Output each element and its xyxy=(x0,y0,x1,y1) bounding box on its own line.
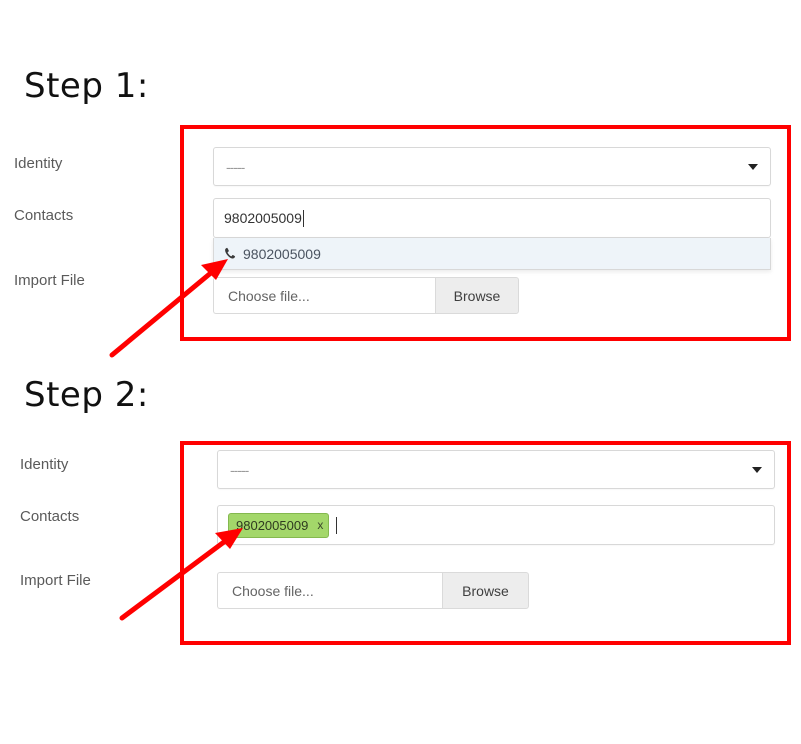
identity-select-value: ----- xyxy=(230,461,249,478)
suggestion-item[interactable]: 9802005009 xyxy=(214,238,770,269)
import-file-group: Choose file... Browse xyxy=(213,277,519,314)
chevron-down-icon xyxy=(748,163,758,170)
identity-select-value: ----- xyxy=(226,158,245,175)
import-file-label: Import File xyxy=(20,572,91,589)
identity-select[interactable]: ----- xyxy=(217,450,775,489)
close-icon[interactable]: x xyxy=(317,519,323,531)
contact-tag[interactable]: 9802005009 x xyxy=(228,512,330,538)
import-file-group: Choose file... Browse xyxy=(217,572,529,609)
identity-label: Identity xyxy=(20,456,69,473)
step-1-form: Identity Contacts Import File ----- 9802… xyxy=(0,125,801,341)
identity-label: Identity xyxy=(14,155,63,172)
contact-tag-label: 9802005009 xyxy=(236,517,309,533)
chevron-down-icon xyxy=(752,466,762,473)
suggestion-item-label: 9802005009 xyxy=(243,245,321,262)
contacts-label: Contacts xyxy=(20,508,80,525)
step-1-title: Step 1: xyxy=(24,66,149,106)
contacts-suggestion-list: 9802005009 xyxy=(213,238,771,270)
file-name-field[interactable]: Choose file... xyxy=(213,277,435,314)
contacts-input[interactable]: 9802005009 x xyxy=(217,505,775,545)
identity-select[interactable]: ----- xyxy=(213,147,771,186)
browse-button[interactable]: Browse xyxy=(442,572,529,609)
contacts-input-value: 9802005009 xyxy=(224,210,302,226)
browse-button[interactable]: Browse xyxy=(435,277,519,314)
text-cursor xyxy=(336,516,338,534)
step-2-form: Identity Contacts Import File ----- 9802… xyxy=(0,441,801,645)
text-cursor xyxy=(302,209,304,227)
phone-icon xyxy=(224,247,237,260)
contacts-label: Contacts xyxy=(14,207,74,224)
file-name-field[interactable]: Choose file... xyxy=(217,572,442,609)
contacts-input[interactable]: 9802005009 xyxy=(213,198,771,238)
import-file-label: Import File xyxy=(14,272,85,289)
step-2-title: Step 2: xyxy=(24,375,149,415)
